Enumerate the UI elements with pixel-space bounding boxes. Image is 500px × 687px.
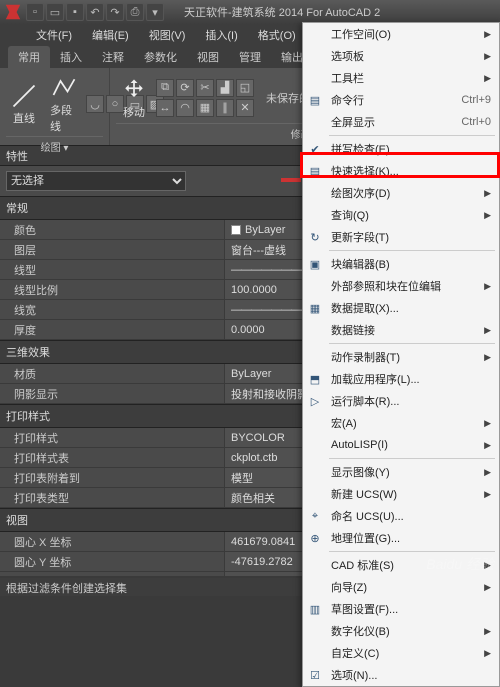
ucs-icon: ⌖	[307, 508, 323, 524]
cm-geoloc[interactable]: ⊕地理位置(G)...	[303, 527, 499, 549]
qat-open-icon[interactable]: ▭	[46, 3, 64, 21]
cm-autolisp[interactable]: AutoLISP(I)▶	[303, 434, 499, 456]
array-icon[interactable]: ▦	[196, 99, 214, 117]
cm-newucs[interactable]: 新建 UCS(W)▶	[303, 483, 499, 505]
prop-cy-name: 圆心 Y 坐标	[0, 552, 225, 571]
qat-dropdown-icon[interactable]: ▾	[146, 3, 164, 21]
cm-draworder[interactable]: 绘图次序(D)▶	[303, 182, 499, 204]
options-icon: ☑	[307, 667, 323, 683]
cm-script[interactable]: ▷运行脚本(R)...	[303, 390, 499, 412]
cm-spellcheck[interactable]: ✔拼写检查(E)	[303, 138, 499, 160]
rotate-icon[interactable]: ⟳	[176, 79, 194, 97]
cm-fullscreen[interactable]: 全屏显示Ctrl+0	[303, 111, 499, 133]
script-icon: ▷	[307, 393, 323, 409]
prop-lweight-name: 线宽	[0, 300, 225, 319]
prop-cx-name: 圆心 X 坐标	[0, 532, 225, 551]
fillet-icon[interactable]: ◠	[176, 99, 194, 117]
prop-shadow-name: 阴影显示	[0, 384, 225, 403]
cm-drawset[interactable]: ▥草图设置(F)...	[303, 598, 499, 620]
cm-query[interactable]: 查询(Q)▶	[303, 204, 499, 226]
cm-toolbar[interactable]: 工具栏▶	[303, 67, 499, 89]
prop-ltype-name: 线型	[0, 260, 225, 279]
cm-options[interactable]: ☑选项(N)...	[303, 664, 499, 686]
tab-param[interactable]: 参数化	[134, 46, 187, 68]
mirror-icon[interactable]: ▟	[216, 79, 234, 97]
cm-cmdline[interactable]: ▤命令行Ctrl+9	[303, 89, 499, 111]
blockedit-icon: ▣	[307, 256, 323, 272]
spellcheck-icon: ✔	[307, 141, 323, 157]
prop-thick-name: 厚度	[0, 320, 225, 339]
app-logo	[4, 3, 22, 21]
scale-icon[interactable]: ◱	[236, 79, 254, 97]
cm-cadstd[interactable]: CAD 标准(S)▶	[303, 554, 499, 576]
line-button[interactable]: 直线	[6, 80, 42, 128]
tools-context-menu: 工作空间(O)▶ 选项板▶ 工具栏▶ ▤命令行Ctrl+9 全屏显示Ctrl+0…	[302, 22, 500, 687]
cm-datalink[interactable]: 数据链接▶	[303, 319, 499, 341]
prop-color-name: 颜色	[0, 220, 225, 239]
menu-edit[interactable]: 编辑(E)	[86, 25, 135, 45]
cmdline-icon: ▤	[307, 92, 323, 108]
dataextract-icon: ▦	[307, 300, 323, 316]
tab-manage[interactable]: 管理	[229, 46, 271, 68]
qat-print-icon[interactable]: ⎙	[126, 3, 144, 21]
cm-loadapp[interactable]: ⬒加载应用程序(L)...	[303, 368, 499, 390]
prop-ltscale-name: 线型比例	[0, 280, 225, 299]
menu-insert[interactable]: 插入(I)	[199, 25, 243, 45]
cm-wizard[interactable]: 向导(Z)▶	[303, 576, 499, 598]
polyline-label: 多段线	[50, 102, 78, 134]
tab-view[interactable]: 视图	[187, 46, 229, 68]
menu-file[interactable]: 文件(F)	[30, 25, 78, 45]
cm-actionrec[interactable]: 动作录制器(T)▶	[303, 346, 499, 368]
cm-custom[interactable]: 自定义(C)▶	[303, 642, 499, 664]
status-text: 根据过滤条件创建选择集	[6, 583, 127, 595]
app-title: 天正软件-建筑系统 2014 For AutoCAD 2	[184, 4, 380, 20]
move-label: 移动	[123, 104, 145, 120]
cm-quickselect[interactable]: ▤快速选择(K)...	[303, 160, 499, 182]
prop-layer-name: 图层	[0, 240, 225, 259]
selection-dropdown[interactable]: 无选择	[6, 171, 186, 191]
prop-cz-name: 圆心 Z 坐标	[0, 572, 225, 576]
prop-pattach-name: 打印表附着到	[0, 468, 225, 487]
cm-dataextract[interactable]: ▦数据提取(X)...	[303, 297, 499, 319]
qat-undo-icon[interactable]: ↶	[86, 3, 104, 21]
drawset-icon: ▥	[307, 601, 323, 617]
arc-icon[interactable]: ◡	[86, 95, 104, 113]
prop-ptable-name: 打印样式表	[0, 448, 225, 467]
menu-view[interactable]: 视图(V)	[143, 25, 192, 45]
red-marker	[281, 178, 301, 182]
prop-ptype-name: 打印表类型	[0, 488, 225, 507]
quickselect-icon: ▤	[307, 163, 323, 179]
cm-updatefield[interactable]: ↻更新字段(T)	[303, 226, 499, 248]
qat-redo-icon[interactable]: ↷	[106, 3, 124, 21]
erase-icon[interactable]: ✕	[236, 99, 254, 117]
cm-dispimg[interactable]: 显示图像(Y)▶	[303, 461, 499, 483]
cm-xref[interactable]: 外部参照和块在位编辑▶	[303, 275, 499, 297]
quick-access-toolbar: ▫ ▭ ▪ ↶ ↷ ⎙ ▾	[26, 3, 164, 21]
prop-material-name: 材质	[0, 364, 225, 383]
line-label: 直线	[13, 110, 35, 126]
trim-icon[interactable]: ✂	[196, 79, 214, 97]
tab-insert[interactable]: 插入	[50, 46, 92, 68]
cm-digitizer[interactable]: 数字化仪(B)▶	[303, 620, 499, 642]
move-button[interactable]: 移动	[116, 74, 152, 122]
menu-format[interactable]: 格式(O)	[252, 25, 302, 45]
geoloc-icon: ⊕	[307, 530, 323, 546]
cm-palettes[interactable]: 选项板▶	[303, 45, 499, 67]
offset-icon[interactable]: ∥	[216, 99, 234, 117]
cm-workspace[interactable]: 工作空间(O)▶	[303, 23, 499, 45]
copy-icon[interactable]: ⧉	[156, 79, 174, 97]
loadapp-icon: ⬒	[307, 371, 323, 387]
stretch-icon[interactable]: ↔	[156, 99, 174, 117]
tab-annotate[interactable]: 注释	[92, 46, 134, 68]
prop-pstyle-name: 打印样式	[0, 428, 225, 447]
tab-common[interactable]: 常用	[8, 46, 50, 68]
color-swatch-icon	[231, 225, 241, 235]
qat-new-icon[interactable]: ▫	[26, 3, 44, 21]
cm-blockedit[interactable]: ▣块编辑器(B)	[303, 253, 499, 275]
polyline-button[interactable]: 多段线	[46, 72, 82, 136]
qat-save-icon[interactable]: ▪	[66, 3, 84, 21]
cm-namedcs[interactable]: ⌖命名 UCS(U)...	[303, 505, 499, 527]
updatefield-icon: ↻	[307, 229, 323, 245]
cm-macro[interactable]: 宏(A)▶	[303, 412, 499, 434]
